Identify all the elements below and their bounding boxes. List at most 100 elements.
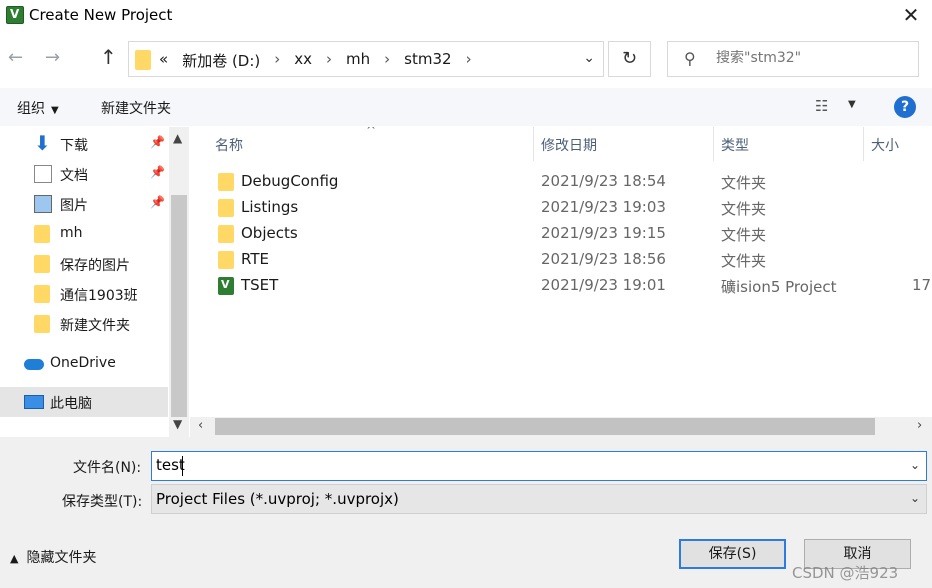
search-box[interactable]: ⚲ <box>667 41 919 77</box>
chevron-down-icon[interactable]: ⌄ <box>910 458 920 472</box>
caret-down-icon: ▼ <box>51 105 59 116</box>
pin-icon: 📌 <box>150 165 165 179</box>
pictures-icon <box>34 195 52 213</box>
file-name: DebugConfig <box>241 172 339 190</box>
file-date: 2021/9/23 19:03 <box>541 198 666 216</box>
csdn-watermark: CSDN @浩923 <box>792 564 899 582</box>
folder-icon <box>135 50 151 70</box>
sidebar-item-label: 此电脑 <box>50 396 92 412</box>
download-icon: ⬇ <box>34 131 51 155</box>
caret-down-icon[interactable]: ▼ <box>848 99 856 110</box>
sidebar-item-pictures[interactable]: 图片 📌 <box>0 189 168 219</box>
document-icon <box>34 165 52 183</box>
file-type: 礦ision5 Project <box>721 278 837 296</box>
filetype-select[interactable]: Project Files (*.uvproj; *.uvprojx) ⌄ <box>151 484 927 514</box>
folder-icon <box>34 225 50 243</box>
filename-input[interactable] <box>156 456 896 474</box>
organize-menu-button[interactable]: 组织 ▼ <box>17 98 59 118</box>
hide-folders-label: 隐藏文件夹 <box>26 550 97 566</box>
chevron-right-icon[interactable]: › <box>466 50 472 71</box>
up-arrow-icon[interactable]: ↑ <box>100 45 117 69</box>
file-name: Objects <box>241 224 298 242</box>
chevron-right-icon[interactable]: › <box>326 50 332 71</box>
save-form-panel: 文件名(N): ⌄ 保存类型(T): Project Files (*.uvpr… <box>0 437 932 588</box>
file-type: 文件夹 <box>721 174 767 192</box>
new-folder-button[interactable]: 新建文件夹 <box>101 98 171 118</box>
file-date: 2021/9/23 18:56 <box>541 250 666 268</box>
file-list-horizontal-scrollbar[interactable]: ‹ › <box>190 417 932 437</box>
breadcrumb-stm32[interactable]: stm32 <box>404 50 451 71</box>
chevron-down-icon[interactable]: ⌄ <box>583 50 595 66</box>
folder-icon <box>218 225 234 243</box>
sidebar-item-documents[interactable]: 文档 📌 <box>0 159 168 189</box>
folder-icon <box>218 173 234 191</box>
sidebar-item-label: 保存的图片 <box>60 258 130 274</box>
chevron-left-icon[interactable]: ‹ <box>198 418 203 433</box>
chevron-down-icon[interactable]: ▼ <box>173 417 182 431</box>
sort-ascending-icon: ^ <box>366 127 377 137</box>
breadcrumb-mh[interactable]: mh <box>346 50 370 71</box>
save-button[interactable]: 保存(S) <box>679 539 786 569</box>
command-toolbar: 组织 ▼ 新建文件夹 ☷ ▼ ? <box>0 88 932 126</box>
sidebar-item-onedrive[interactable]: OneDrive <box>0 349 168 379</box>
navigation-bar: ← → ↑ « 新加卷 (D:) › xx › mh › stm32 › ⌄ ↻… <box>0 38 932 82</box>
column-header-size[interactable]: 大小 <box>871 135 899 155</box>
text-cursor <box>182 456 183 476</box>
sidebar-item-class-folder[interactable]: 通信1903班 <box>0 279 168 309</box>
file-row[interactable]: Listings 2021/9/23 19:03 文件夹 <box>190 195 932 221</box>
filetype-selected-value: Project Files (*.uvproj; *.uvprojx) <box>156 490 399 508</box>
file-row[interactable]: RTE 2021/9/23 18:56 文件夹 <box>190 247 932 273</box>
chevron-right-icon[interactable]: › <box>384 50 390 71</box>
column-divider[interactable] <box>713 127 714 161</box>
address-bar[interactable]: « 新加卷 (D:) › xx › mh › stm32 › ⌄ <box>128 41 604 77</box>
sidebar-scrollbar-thumb[interactable] <box>171 195 187 417</box>
file-date: 2021/9/23 19:01 <box>541 276 666 294</box>
sidebar-item-saved-pictures[interactable]: 保存的图片 <box>0 249 168 279</box>
column-header-name[interactable]: 名称 <box>215 135 243 155</box>
sidebar-item-label: mh <box>60 225 83 241</box>
file-row[interactable]: DebugConfig 2021/9/23 18:54 文件夹 <box>190 169 932 195</box>
folder-icon <box>34 315 50 333</box>
breadcrumb-overflow[interactable]: « <box>159 50 168 71</box>
sidebar-scrollbar[interactable]: ▲ ▼ <box>169 127 189 437</box>
search-input[interactable] <box>716 50 906 66</box>
sidebar-item-mh[interactable]: mh <box>0 219 168 249</box>
file-type: 文件夹 <box>721 252 767 270</box>
chevron-right-icon[interactable]: › <box>917 418 922 433</box>
sidebar-item-downloads[interactable]: ⬇ 下载 📌 <box>0 129 168 159</box>
help-icon[interactable]: ? <box>894 96 916 118</box>
file-name: TSET <box>241 276 279 294</box>
column-divider[interactable] <box>863 127 864 161</box>
folder-icon <box>218 199 234 217</box>
breadcrumb-drive[interactable]: 新加卷 (D:) <box>182 50 260 71</box>
title-bar: Create New Project ✕ <box>0 0 932 32</box>
horizontal-scrollbar-thumb[interactable] <box>215 418 875 435</box>
forward-arrow-icon[interactable]: → <box>45 47 60 68</box>
chevron-up-icon[interactable]: ▲ <box>173 131 182 145</box>
column-header-date[interactable]: 修改日期 <box>541 135 597 155</box>
file-type: 文件夹 <box>721 200 767 218</box>
pin-icon: 📌 <box>150 195 165 209</box>
file-date: 2021/9/23 19:15 <box>541 224 666 242</box>
refresh-icon[interactable]: ↻ <box>608 41 651 77</box>
column-header-type[interactable]: 类型 <box>721 135 749 155</box>
keil-uvision-icon <box>6 6 24 24</box>
navigation-pane: ⬇ 下载 📌 文档 📌 图片 📌 mh 保存的图片 通信1903班 新建文件夹 … <box>0 127 189 437</box>
file-type: 文件夹 <box>721 226 767 244</box>
onedrive-cloud-icon <box>24 359 44 370</box>
breadcrumb-xx[interactable]: xx <box>294 50 312 71</box>
back-arrow-icon[interactable]: ← <box>8 47 23 68</box>
file-row[interactable]: TSET 2021/9/23 19:01 礦ision5 Project 17 <box>190 273 932 299</box>
view-options-icon[interactable]: ☷ <box>815 97 828 115</box>
uvision-project-icon <box>218 277 234 295</box>
sidebar-item-this-pc[interactable]: 此电脑 <box>0 387 168 417</box>
column-divider[interactable] <box>533 127 534 161</box>
close-button[interactable]: ✕ <box>896 0 926 30</box>
file-row[interactable]: Objects 2021/9/23 19:15 文件夹 <box>190 221 932 247</box>
chevron-right-icon[interactable]: › <box>274 50 280 71</box>
hide-folders-toggle[interactable]: ▲ 隐藏文件夹 <box>10 547 96 567</box>
chevron-down-icon[interactable]: ⌄ <box>910 491 920 505</box>
filename-field[interactable]: ⌄ <box>151 451 927 481</box>
sidebar-item-new-folder[interactable]: 新建文件夹 <box>0 309 168 339</box>
sidebar-item-label: 图片 <box>60 198 88 214</box>
